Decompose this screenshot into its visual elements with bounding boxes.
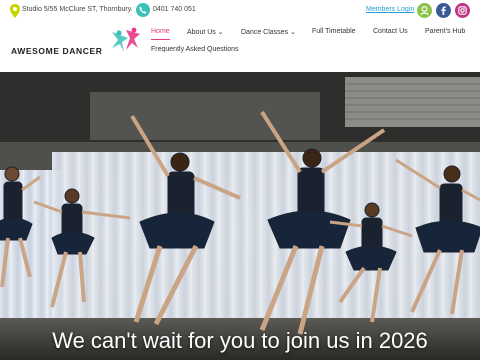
hero-title: We can't wait for you to join us in 2026 bbox=[52, 328, 428, 353]
logo-text: AWESOME DANCER bbox=[11, 46, 103, 56]
user-icon[interactable] bbox=[417, 3, 432, 18]
chevron-down-icon: ⌄ bbox=[217, 29, 224, 36]
phone-number[interactable]: 0401 740 051 bbox=[153, 6, 196, 13]
nav-active-indicator bbox=[151, 39, 170, 40]
nav-faq[interactable]: Frequently Asked Questions bbox=[151, 46, 239, 53]
nav-dance-classes-label: Dance Classes bbox=[241, 29, 289, 36]
nav-dance-classes[interactable]: Dance Classes ⌄ bbox=[241, 28, 296, 36]
nav-home[interactable]: Home bbox=[151, 28, 170, 35]
site-logo[interactable]: AWESOME DANCER bbox=[8, 26, 144, 60]
chevron-down-icon: ⌄ bbox=[290, 29, 296, 36]
dancers-photo bbox=[0, 110, 480, 335]
hero-banner bbox=[0, 72, 480, 360]
nav-parents-hub[interactable]: Parent's Hub bbox=[425, 28, 465, 35]
location-pin-icon bbox=[10, 4, 20, 18]
nav-contact-us[interactable]: Contact Us bbox=[373, 28, 408, 35]
nav-about-us-label: About Us bbox=[187, 29, 216, 36]
members-login-link[interactable]: Members Login bbox=[366, 6, 414, 13]
facebook-icon[interactable] bbox=[436, 3, 451, 18]
studio-address: Studio 5/55 McClure ST, Thornbury. bbox=[22, 6, 133, 13]
top-bar: Studio 5/55 McClure ST, Thornbury. 0401 … bbox=[0, 0, 480, 22]
nav-about-us[interactable]: About Us ⌄ bbox=[187, 28, 224, 36]
instagram-icon[interactable] bbox=[455, 3, 470, 18]
nav-full-timetable[interactable]: Full Timetable bbox=[312, 28, 356, 35]
phone-icon[interactable] bbox=[136, 3, 150, 17]
